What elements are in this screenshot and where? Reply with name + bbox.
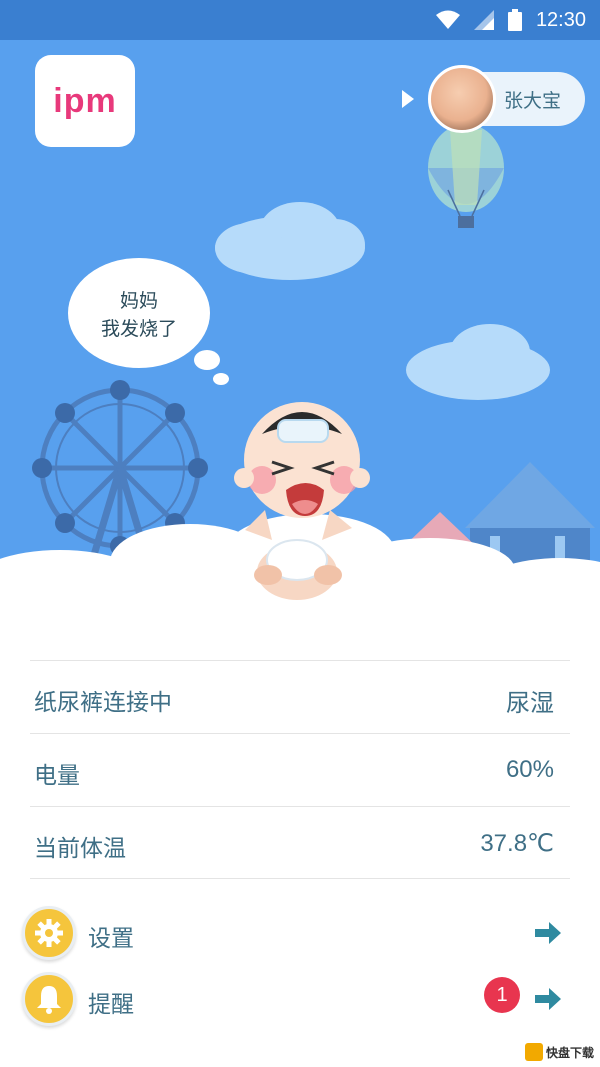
speech-line-1: 妈妈 (119, 290, 158, 312)
hero-scene: ipm 张大宝 妈妈 我发烧了 (0, 40, 600, 620)
settings-menu-item[interactable]: 设置 (22, 906, 577, 966)
row-value: 尿湿 (506, 690, 554, 717)
hot-air-balloon-icon (428, 124, 504, 228)
watermark-text: 快盘下载 (545, 1045, 594, 1060)
row-value: 60% (505, 756, 554, 783)
row-label: 当前体温 (34, 836, 126, 862)
expand-triangle-icon[interactable] (402, 90, 414, 108)
bell-icon (22, 972, 76, 1026)
settings-label: 设置 (88, 926, 134, 952)
app-logo-text: ipm (53, 81, 117, 120)
battery-row[interactable]: 电量 60% (30, 733, 570, 806)
temperature-row[interactable]: 当前体温 37.8℃ (30, 806, 570, 879)
thought-dot (213, 373, 229, 385)
baby-avatar[interactable] (428, 65, 496, 133)
watermark-logo-icon (524, 1043, 543, 1061)
watermark: 快盘下载 (524, 1043, 594, 1061)
diaper-connection-row[interactable]: 纸尿裤连接中 尿湿 (30, 660, 570, 733)
thought-dot (194, 350, 220, 370)
status-list: 纸尿裤连接中 尿湿 电量 60% 当前体温 37.8℃ (30, 660, 570, 879)
speech-bubble: 妈妈 我发烧了 (68, 258, 210, 368)
row-label: 纸尿裤连接中 (34, 690, 172, 716)
reminder-menu-item[interactable]: 提醒 1 (22, 972, 577, 1032)
status-time: 12:30 (535, 8, 586, 31)
user-name: 张大宝 (504, 90, 562, 112)
speech-line-2: 我发烧了 (100, 318, 177, 340)
app-logo: ipm (35, 55, 135, 147)
status-bar: 12:30 (0, 0, 600, 40)
sky-cloud-icon (215, 202, 365, 280)
row-value: 37.8℃ (480, 830, 554, 857)
arrow-right-icon (535, 988, 561, 1010)
wifi-icon (435, 10, 460, 29)
arrow-right-icon (535, 922, 561, 944)
sky-cloud-icon (406, 324, 550, 400)
reminder-count-badge: 1 (484, 977, 520, 1013)
gear-icon (22, 906, 76, 960)
row-label: 电量 (34, 763, 80, 789)
reminder-label: 提醒 (88, 992, 134, 1018)
battery-icon (507, 9, 522, 31)
cell-signal-icon (473, 10, 494, 30)
